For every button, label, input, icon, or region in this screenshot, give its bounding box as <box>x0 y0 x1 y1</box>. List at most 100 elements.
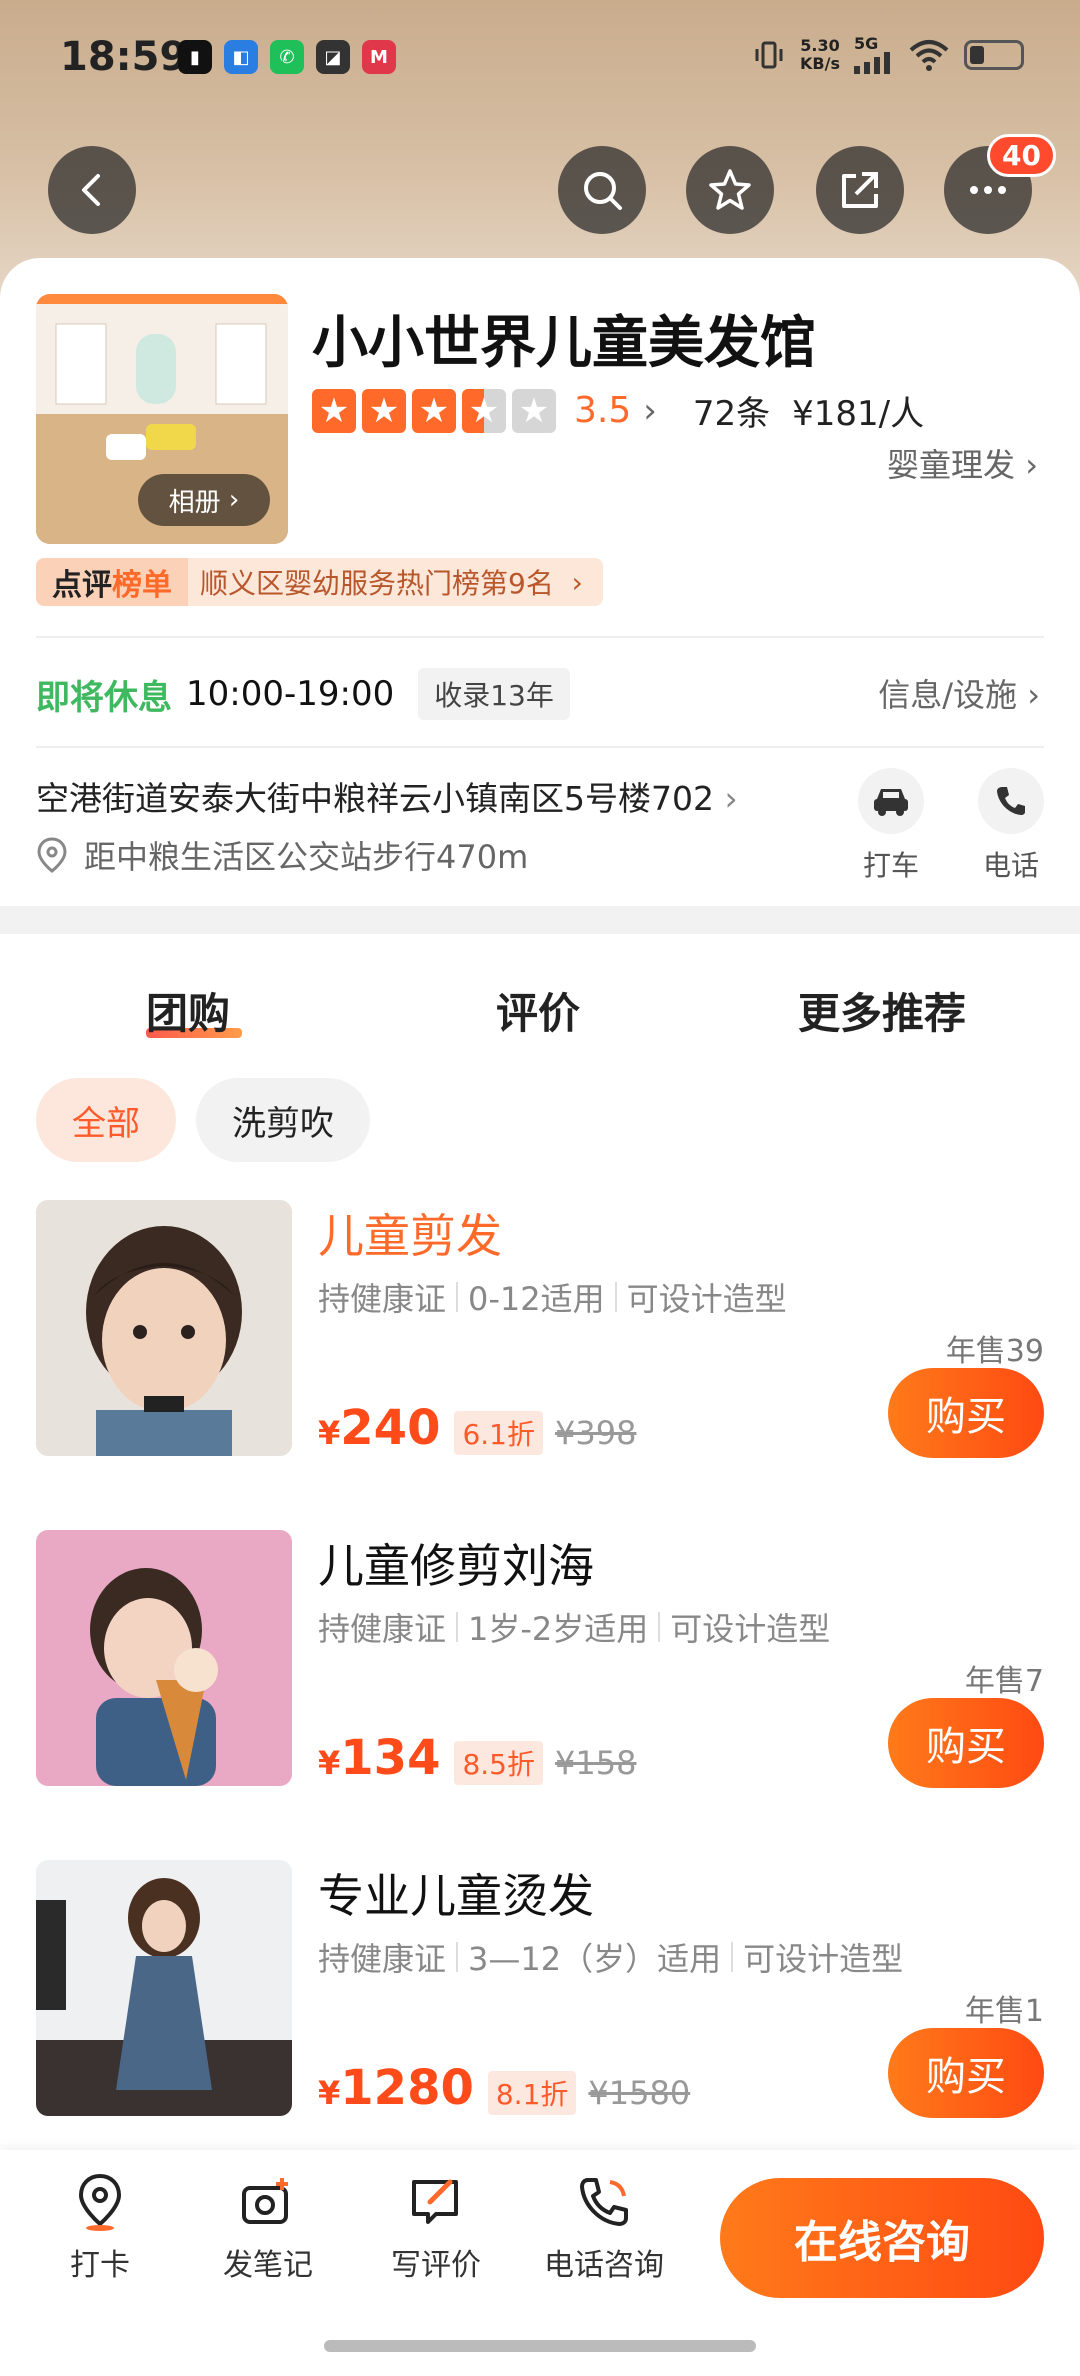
taxi-button[interactable]: 打车 <box>856 768 926 884</box>
deal-price: ¥ 134 8.5折 ¥158 <box>318 1730 636 1786</box>
chevron-left-icon <box>82 174 100 206</box>
write-review-button[interactable]: 写评价 <box>366 2172 506 2284</box>
avg-price: ¥181/人 <box>792 394 925 434</box>
deal-tags: 持健康证 1岁-2岁适用 可设计造型 <box>318 1604 830 1650</box>
ranking-badge-b: 榜单 <box>112 568 172 603</box>
buy-button[interactable]: 购买 <box>888 1368 1044 1458</box>
phone-button[interactable]: 电话 <box>976 768 1046 884</box>
app-notification-icon: M <box>362 40 396 74</box>
back-button[interactable] <box>48 146 136 234</box>
star-icon: ★ <box>312 388 356 433</box>
app-notification-icon: ◧ <box>224 40 258 74</box>
shop-info-card: 相册 › 小小世界儿童美发馆 ★ ★ ★ ★ ★ 3.5 › 72条 ¥181/… <box>0 258 1080 908</box>
share-icon <box>842 172 878 208</box>
share-button[interactable] <box>816 146 904 234</box>
filter-wash-cut-blow[interactable]: 洗剪吹 <box>196 1078 370 1162</box>
net-speed-value: 5.30 <box>800 36 840 55</box>
network-type: 5G <box>854 34 879 53</box>
girl-fashion-image <box>36 1860 292 2116</box>
status-time: 18:59 <box>60 34 188 80</box>
location-pin-icon <box>78 2173 122 2231</box>
boy-portrait-image <box>36 1200 292 1456</box>
section-divider <box>0 906 1080 934</box>
deal-tag: 可设计造型 <box>670 1610 831 1648</box>
content-tabs: 团购 评价 更多推荐 <box>0 970 1080 1050</box>
info-link-label: 信息/设施 <box>878 676 1018 714</box>
battery-icon <box>964 40 1024 70</box>
deal-item[interactable]: 儿童剪发 持健康证 0-12适用 可设计造型 年售39 ¥ 240 6.1折 ¥… <box>36 1200 1044 1460</box>
category-label: 婴童理发 <box>887 446 1016 484</box>
filter-chips: 全部 洗剪吹 <box>36 1078 370 1162</box>
category-link[interactable]: 婴童理发 › <box>887 440 1038 486</box>
deal-item[interactable]: 儿童修剪刘海 持健康证 1岁-2岁适用 可设计造型 年售7 ¥ 134 8.5折… <box>36 1530 1044 1790</box>
search-button[interactable] <box>558 146 646 234</box>
phone-consult-button[interactable]: 电话咨询 <box>534 2172 674 2284</box>
deal-tag: 持健康证 <box>318 1610 447 1648</box>
shop-name: 小小世界儿童美发馆 <box>312 311 816 376</box>
annual-sales: 年售7 <box>964 1664 1044 1699</box>
distance-info: 距中粮生活区公交站步行470m <box>36 832 528 878</box>
favorite-button[interactable] <box>686 146 774 234</box>
deal-tag: 0-12适用 <box>468 1280 605 1318</box>
original-price: ¥158 <box>555 1744 637 1782</box>
tab-reviews[interactable]: 评价 <box>496 980 580 1041</box>
phone-icon <box>997 787 1025 815</box>
deal-tag: 持健康证 <box>318 1940 447 1978</box>
currency-symbol: ¥ <box>318 1744 341 1782</box>
chevron-right-icon: › <box>1025 446 1038 484</box>
post-note-button[interactable]: 发笔记 <box>198 2172 338 2284</box>
phone-call-icon <box>580 2178 628 2226</box>
address-link[interactable]: 空港街道安泰大街中粮祥云小镇南区5号楼702 › <box>36 772 738 820</box>
business-hours: 即将休息 10:00-19:00 收录13年 <box>36 668 570 720</box>
phone-icon-wrap <box>978 768 1044 834</box>
price-value: 240 <box>340 1400 441 1456</box>
deal-tag: 持健康证 <box>318 1280 447 1318</box>
discount-badge: 8.1折 <box>487 2071 577 2115</box>
checkin-button[interactable]: 打卡 <box>30 2172 170 2284</box>
deal-image <box>36 1860 292 2116</box>
vibrate-icon <box>755 41 783 69</box>
review-label: 写评价 <box>391 2248 481 2283</box>
buy-button[interactable]: 购买 <box>888 2028 1044 2118</box>
deal-title: 儿童修剪刘海 <box>318 1539 594 1593</box>
notification-badge: 40 <box>987 134 1056 177</box>
taxi-icon-wrap <box>858 768 924 834</box>
star-icon: ★ <box>412 388 456 433</box>
online-consult-button[interactable]: 在线咨询 <box>720 2178 1044 2298</box>
deal-price: ¥ 1280 8.1折 ¥1580 <box>318 2060 690 2116</box>
filter-all[interactable]: 全部 <box>36 1078 176 1162</box>
buy-button[interactable]: 购买 <box>888 1698 1044 1788</box>
deal-item[interactable]: 专业儿童烫发 持健康证 3—12（岁）适用 可设计造型 年售1 ¥ 1280 8… <box>36 1860 1044 2120</box>
divider <box>36 746 1044 748</box>
currency-symbol: ¥ <box>318 1414 341 1452</box>
ranking-banner[interactable]: 点评 榜单 顺义区婴幼服务热门榜第9名 › <box>36 558 603 606</box>
shop-photo[interactable]: 相册 › <box>36 294 288 544</box>
app-notification-icon: ▮ <box>178 40 212 74</box>
more-button[interactable]: 40 <box>944 134 1056 234</box>
wifi-icon <box>909 40 949 71</box>
net-speed-unit: KB/s <box>800 54 840 73</box>
info-facilities-link[interactable]: 信息/设施 › <box>878 670 1040 716</box>
chevron-right-icon: › <box>724 779 738 818</box>
divider <box>36 636 1044 638</box>
annual-sales: 年售1 <box>964 1994 1044 2029</box>
camera-add-icon <box>242 2178 288 2224</box>
price-value: 1280 <box>340 2060 474 2116</box>
taxi-label: 打车 <box>862 849 919 882</box>
signal-icon: 5G <box>854 36 894 74</box>
deal-tag: 可设计造型 <box>626 1280 787 1318</box>
notification-icons: ▮ ◧ ✆ ◪ M <box>178 40 396 74</box>
home-indicator <box>324 2340 756 2352</box>
deal-title: 儿童剪发 <box>318 1209 502 1263</box>
album-button[interactable]: 相册 › <box>138 474 270 526</box>
distance-text: 距中粮生活区公交站步行470m <box>84 838 529 876</box>
rating-row[interactable]: ★ ★ ★ ★ ★ 3.5 › 72条 ¥181/人 <box>312 386 924 435</box>
ranking-text-label: 顺义区婴幼服务热门榜第9名 <box>200 567 554 600</box>
tab-group-buy[interactable]: 团购 <box>146 980 230 1041</box>
deal-title: 专业儿童烫发 <box>318 1869 594 1923</box>
ranking-badge-a: 点评 <box>52 568 112 603</box>
tab-more-recommendations[interactable]: 更多推荐 <box>798 980 966 1041</box>
empty-star-icon: ★ <box>512 388 556 433</box>
deal-image <box>36 1530 292 1786</box>
half-star-icon: ★ <box>462 388 506 433</box>
